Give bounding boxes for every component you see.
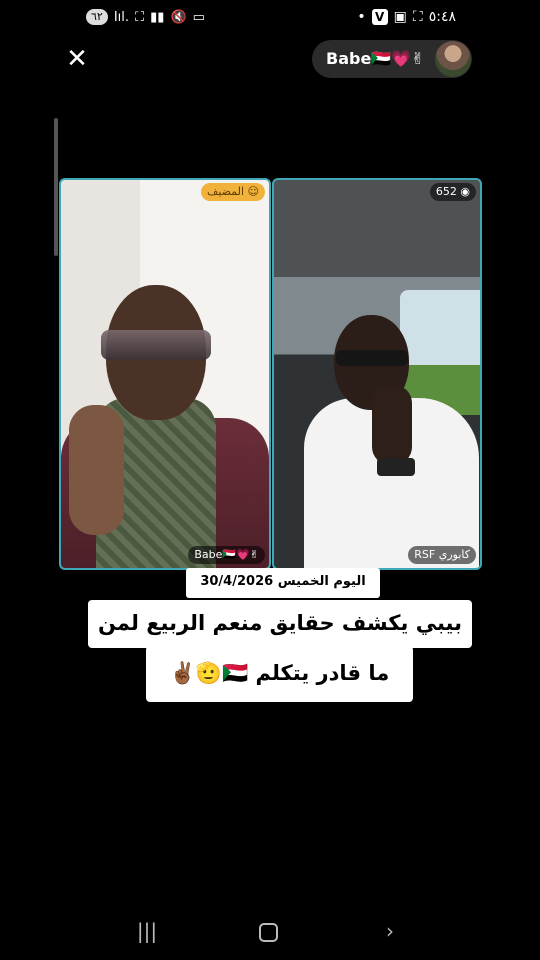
video-panel-right[interactable]: 652 ◉ RSF كابوري <box>272 178 482 570</box>
sunglasses <box>336 350 408 366</box>
status-bar: ٦٢ Iıl. ⛶ ▮▮ 🔇 ▭ • V ▣ ⛶ ٥:٤٨ <box>0 0 540 36</box>
video-panel-left[interactable]: المضيف ☺ Babe🇸🇩💗✌ <box>59 178 271 570</box>
participant-name-badge[interactable]: Babe🇸🇩💗✌ <box>188 546 265 564</box>
expand-icon: ⛶ <box>412 9 423 25</box>
back-icon: › <box>386 919 394 943</box>
host-role-badge: المضيف ☺ <box>201 183 265 201</box>
scroll-indicator <box>54 118 58 256</box>
date-caption: اليوم الخميس 30/4/2026 <box>186 568 380 598</box>
caption-line-2: ما قادر يتكلم 🇸🇩🫡✌🏾 <box>146 646 413 702</box>
close-icon: ✕ <box>66 44 88 74</box>
screen-record-icon: ▣ <box>393 9 407 25</box>
recent-apps-icon: ||| <box>136 919 158 943</box>
battery-icon: ▭ <box>192 9 205 25</box>
close-button[interactable]: ✕ <box>62 44 92 74</box>
status-right-group: • V ▣ ⛶ ٥:٤٨ <box>357 9 456 25</box>
home-icon <box>258 923 278 942</box>
participant-name-badge[interactable]: RSF كابوري <box>408 546 476 564</box>
wristwatch <box>377 458 415 476</box>
viewer-count-badge: 652 ◉ <box>429 183 476 201</box>
host-name: Babe🇸🇩💗✌ <box>326 49 425 68</box>
avatar[interactable] <box>435 41 471 77</box>
notification-count-badge: ٦٢ <box>86 9 108 25</box>
system-navigation-bar: ||| › <box>0 908 540 954</box>
back-button[interactable]: › <box>375 916 405 946</box>
eye-icon: ◉ <box>460 185 470 198</box>
host-role-label: المضيف <box>207 185 245 198</box>
person-hand <box>372 385 412 465</box>
v-app-icon: V <box>371 9 388 25</box>
viewer-count: 652 <box>435 185 457 198</box>
clock: ٥:٤٨ <box>428 9 456 25</box>
mute-icon: 🔇 <box>170 9 187 25</box>
host-profile-chip[interactable]: Babe🇸🇩💗✌ <box>312 40 472 78</box>
sunglasses <box>101 330 211 360</box>
signal-icon-2: ▮▮ <box>150 9 165 25</box>
signal-icon: Iıl. <box>113 9 130 25</box>
person-hand <box>69 405 124 535</box>
hotspot-icon: ⛶ <box>135 9 145 25</box>
caption-line-1: بيبي يكشف حقايق منعم الربيع لمن <box>88 600 472 648</box>
dot-indicator: • <box>357 9 366 25</box>
recent-apps-button[interactable]: ||| <box>132 916 162 946</box>
status-left-group: ٦٢ Iıl. ⛶ ▮▮ 🔇 ▭ <box>86 9 205 25</box>
home-button[interactable] <box>253 916 283 946</box>
